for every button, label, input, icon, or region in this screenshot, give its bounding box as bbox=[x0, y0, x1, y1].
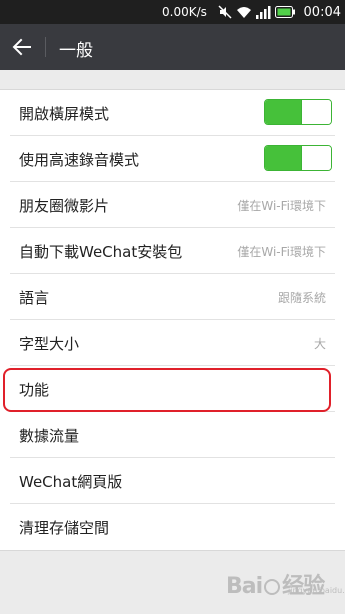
page-title: 一般 bbox=[59, 41, 93, 61]
setting-label: 自動下載WeChat安裝包 bbox=[19, 243, 183, 261]
toggle-fill bbox=[265, 100, 301, 124]
toggle-fill bbox=[265, 146, 301, 170]
setting-high-speed-recording[interactable]: 使用高速錄音模式 bbox=[0, 136, 345, 182]
signal-icon bbox=[256, 5, 271, 19]
settings-list: 開啟橫屏模式 使用高速錄音模式 朋友圈微影片 僅在Wi-Fi環境下 自動下載We… bbox=[0, 89, 345, 551]
setting-label: 朋友圈微影片 bbox=[19, 197, 110, 215]
watermark-logo: Bai 经验 bbox=[226, 574, 325, 599]
setting-font-size[interactable]: 字型大小 大 bbox=[0, 320, 345, 366]
setting-label: 清理存儲空間 bbox=[19, 519, 110, 537]
title-divider bbox=[45, 37, 46, 57]
setting-label: 字型大小 bbox=[19, 335, 80, 353]
title-bar: 一般 bbox=[0, 24, 345, 70]
setting-clear-storage[interactable]: 清理存儲空間 bbox=[0, 504, 345, 550]
setting-moments-video[interactable]: 朋友圈微影片 僅在Wi-Fi環境下 bbox=[0, 182, 345, 228]
setting-language[interactable]: 語言 跟隨系統 bbox=[0, 274, 345, 320]
mute-icon bbox=[218, 5, 232, 19]
toggle-knob bbox=[301, 146, 331, 170]
baidu-watermark: Bai经验 jingyan.baidu.com bbox=[226, 566, 345, 599]
setting-label: 數據流量 bbox=[19, 427, 80, 445]
setting-value: 僅在Wi-Fi環境下 bbox=[237, 199, 326, 213]
setting-label: WeChat網頁版 bbox=[19, 473, 123, 491]
setting-value: 大 bbox=[313, 337, 326, 351]
setting-label: 語言 bbox=[19, 289, 50, 307]
wifi-icon bbox=[237, 6, 251, 18]
status-bar: 0.00K/s 00:04 bbox=[0, 0, 345, 24]
battery-icon bbox=[275, 6, 295, 18]
setting-landscape-mode[interactable]: 開啟橫屏模式 bbox=[0, 90, 345, 136]
landscape-mode-toggle[interactable] bbox=[264, 99, 332, 125]
setting-label: 開啟橫屏模式 bbox=[19, 105, 110, 123]
setting-features[interactable]: 功能 bbox=[0, 366, 345, 412]
network-speed: 0.00K/s bbox=[162, 5, 207, 19]
setting-value: 跟隨系統 bbox=[277, 291, 326, 305]
setting-label: 功能 bbox=[19, 381, 50, 399]
status-icons bbox=[218, 4, 295, 20]
setting-auto-download[interactable]: 自動下載WeChat安裝包 僅在Wi-Fi環境下 bbox=[0, 228, 345, 274]
setting-data-usage[interactable]: 數據流量 bbox=[0, 412, 345, 458]
clock: 00:04 bbox=[303, 5, 341, 20]
watermark-url: jingyan.baidu.com bbox=[288, 586, 345, 595]
setting-value: 僅在Wi-Fi環境下 bbox=[237, 245, 326, 259]
setting-wechat-web[interactable]: WeChat網頁版 bbox=[0, 458, 345, 504]
back-arrow-icon[interactable] bbox=[10, 35, 34, 59]
toggle-knob bbox=[301, 100, 331, 124]
high-speed-recording-toggle[interactable] bbox=[264, 145, 332, 171]
setting-label: 使用高速錄音模式 bbox=[19, 151, 140, 169]
